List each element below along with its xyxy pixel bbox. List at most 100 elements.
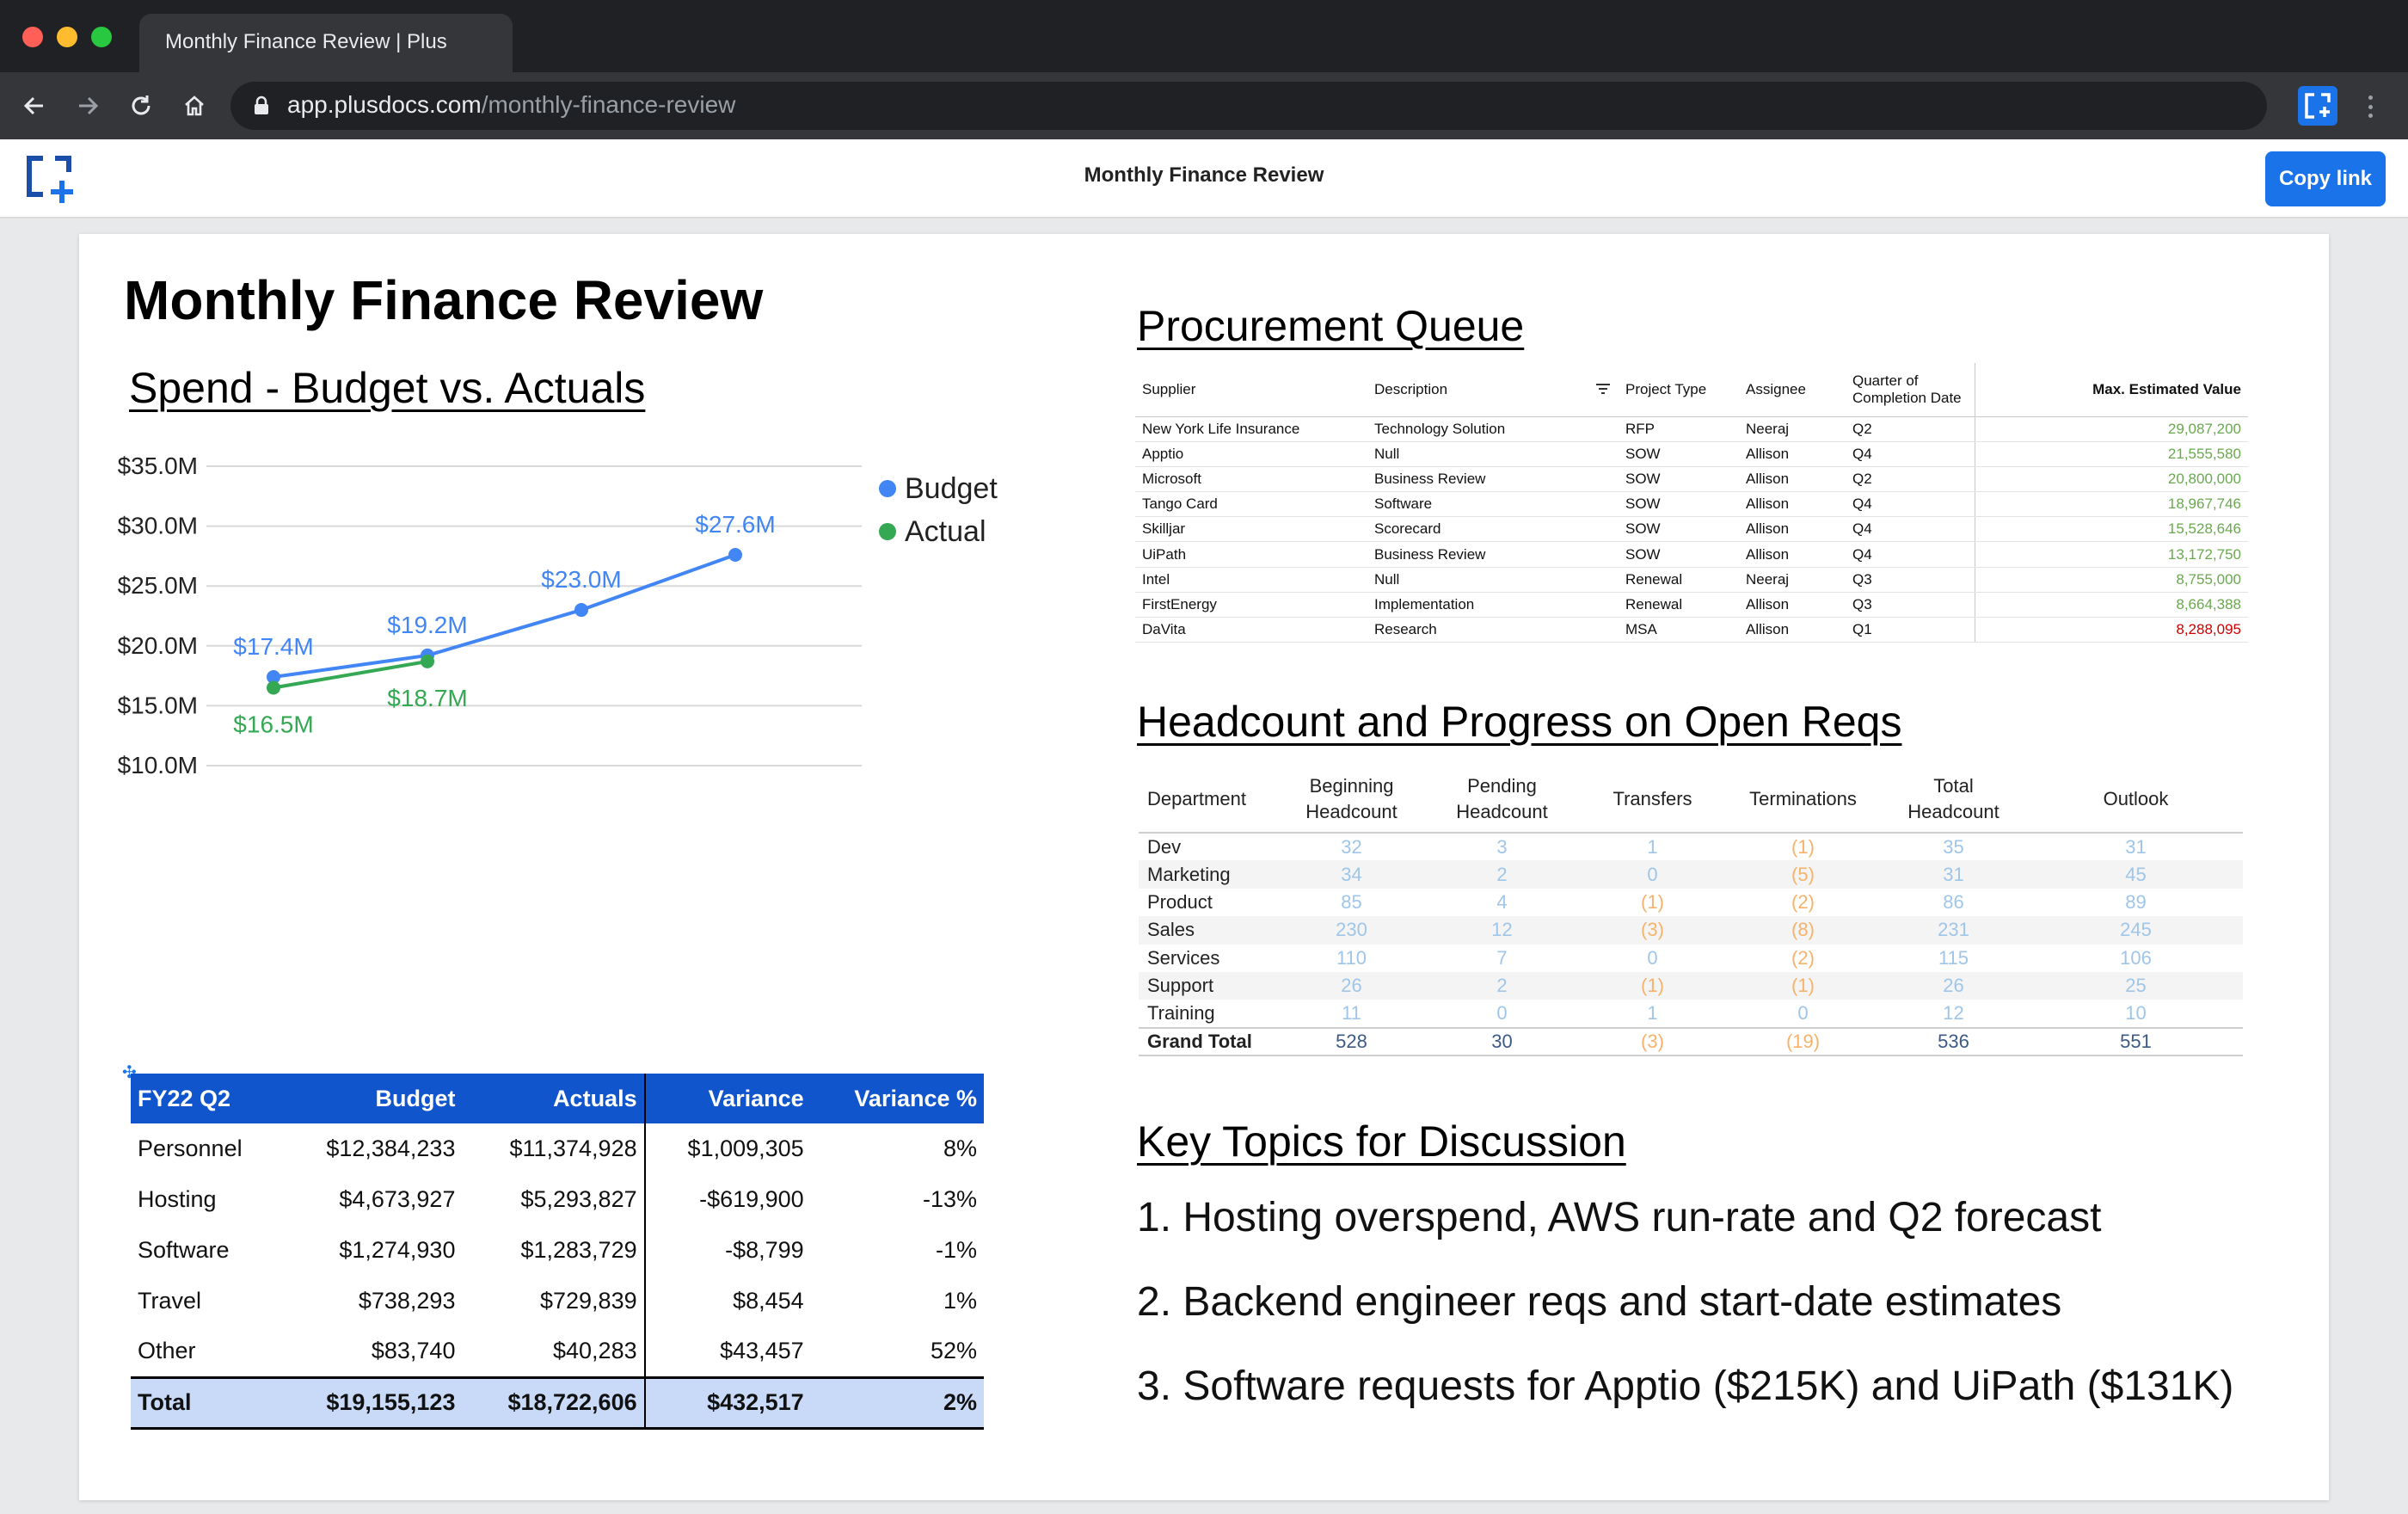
budget-data-label: $19.2M [387,612,467,638]
procurement-row: UiPath Business Review SOW Allison Q4 13,172,… [1135,541,2248,568]
budget-cell: -13% [922,1186,977,1212]
arrow-right-icon [79,96,99,115]
forward-button[interactable] [71,89,105,123]
budget-row: Software $1,274,930 $1,283,729 -$8,799 -1% [131,1225,984,1276]
budget-cell: -1% [935,1237,977,1263]
headcount-cell: (3) [1577,916,1728,945]
budget-cell: -$8,799 [725,1237,804,1263]
headcount-cell: 35 [1943,835,1964,858]
proc-cell: Technology Solution [1367,416,1619,442]
address-bar[interactable]: app.plusdocs.com/monthly-finance-review [230,82,2267,130]
budget-header-row: FY22 Q2 Budget Actuals Variance Variance… [131,1074,984,1123]
reload-icon [132,95,150,115]
budget-cell: Personnel [138,1136,243,1161]
close-window-button[interactable] [22,27,43,47]
budget-row: Personnel $12,384,233 $11,374,928 $1,009,30… [131,1123,984,1174]
budget-cell: $43,457 [720,1338,804,1364]
proc-cell: Allison [1739,592,1846,619]
hc-header-cell: Beginning Headcount [1276,766,1427,834]
department-cell: Sales [1139,916,1276,945]
proc-cell: RFP [1619,416,1739,442]
document-canvas: Monthly Finance Review Spend - Budget vs… [79,234,2329,1500]
procurement-heading: Procurement Queue [1137,302,1525,350]
headcount-cell: (5) [1728,860,1878,889]
budget-cell: $11,374,928 [462,1123,646,1174]
topics-heading: Key Topics for Discussion [1137,1117,1626,1166]
proc-cell: SOW [1619,541,1739,568]
minimize-window-button[interactable] [57,27,77,47]
headcount-cell: 25 [2029,971,2243,1000]
procurement-row: Tango Card Software SOW Allison Q4 18,967,746 [1135,491,2248,518]
budget-cell: $40,283 [462,1326,646,1377]
headcount-header-row: Department Beginning Headcount Pending H… [1139,766,2243,834]
headcount-cell: (1) [1728,971,1878,1000]
max-value-cell: 20,800,000 [1974,466,2248,493]
department-cell: Training [1147,1002,1215,1025]
proc-cell: Business Review [1367,466,1619,493]
budget-cell: $1,274,930 [339,1237,456,1263]
proc-cell: Q3 [1846,567,1975,593]
budget-row: Travel $738,293 $729,839 $8,454 1% [131,1276,984,1326]
headcount-table: Department Beginning Headcount Pending H… [1139,766,2243,1057]
maximize-window-button[interactable] [91,27,112,47]
proc-cell: MSA [1619,617,1739,643]
hc-header-cell: Outlook [2029,766,2243,834]
headcount-cell: 12 [1427,916,1577,945]
headcount-cell: (1) [1641,890,1664,913]
headcount-row: Marketing 34 2 0 (5) 31 45 [1139,860,2243,889]
budget-row: Other $83,740 $40,283 $43,457 52% [131,1326,984,1377]
y-tick-label: $20.0M [118,632,198,659]
headcount-cell: 10 [2125,1002,2147,1025]
proc-cell: Q1 [1846,617,1975,643]
budget-header-cell: Actuals [462,1074,646,1123]
proc-cell: Q4 [1846,541,1975,568]
budget-total-cell: $18,722,606 [462,1376,646,1430]
browser-menu-button[interactable] [2362,89,2379,124]
headcount-cell: 106 [2120,946,2152,969]
budget-cell: $1,009,305 [687,1136,804,1161]
grand-total-cell: 551 [2029,1026,2243,1057]
department-cell: Support [1139,971,1276,1000]
proc-cell: Allison [1739,516,1846,543]
budget-row: Hosting $4,673,927 $5,293,827 -$619,900 -13% [131,1174,984,1225]
filter-sort-icon[interactable] [1594,381,1612,397]
headcount-cell: 2 [1427,971,1577,1000]
url-path: /monthly-finance-review [481,91,736,118]
budget-cell: 1% [943,1288,977,1314]
budget-cell: $738,293 [358,1288,456,1314]
grand-total-cell: 528 [1276,1026,1427,1057]
proc-cell: Q4 [1846,441,1975,467]
home-icon [185,95,204,116]
max-value-cell: 8,288,095 [1974,617,2248,643]
proc-cell: Null [1367,441,1619,467]
budget-cell: -$619,900 [699,1186,804,1212]
back-button[interactable] [17,89,52,123]
budget-cell: Software [138,1237,230,1263]
document-title: Monthly Finance Review [1084,163,1324,187]
headcount-cell: 0 [1577,860,1728,889]
headcount-cell: 89 [2125,890,2147,913]
department-cell: Dev [1147,835,1182,858]
budget-total-row: Total $19,155,123 $18,722,606 $432,517 2% [131,1376,984,1430]
budget-cell: $12,384,233 [326,1136,456,1161]
headcount-cell: 86 [1943,890,1964,913]
reload-button[interactable] [124,89,158,123]
plus-extension-button[interactable] [2298,86,2337,126]
budget-total-cell: $19,155,123 [280,1376,463,1430]
proc-cell: Apptio [1135,441,1367,467]
max-value-cell: 8,755,000 [1974,567,2248,593]
headcount-cell: 31 [2125,835,2147,858]
headcount-cell: (8) [1728,916,1878,945]
home-button[interactable] [177,89,212,123]
legend-label: Budget [905,472,998,505]
proc-cell: New York Life Insurance [1135,416,1367,442]
actual-data-label: $16.5M [233,711,313,738]
proc-cell: DaVita [1135,617,1367,643]
max-value-cell: 18,967,746 [1974,491,2248,518]
copy-link-button[interactable]: Copy link [2265,151,2386,206]
budget-header-cell: Variance % [810,1074,984,1123]
headcount-cell: 110 [1336,946,1367,969]
procurement-table: Supplier Description Project Type Assign… [1135,363,2248,643]
browser-tab[interactable]: Monthly Finance Review | Plus [139,14,513,72]
headcount-row: Support 26 2 (1) (1) 26 25 [1139,971,2243,1000]
